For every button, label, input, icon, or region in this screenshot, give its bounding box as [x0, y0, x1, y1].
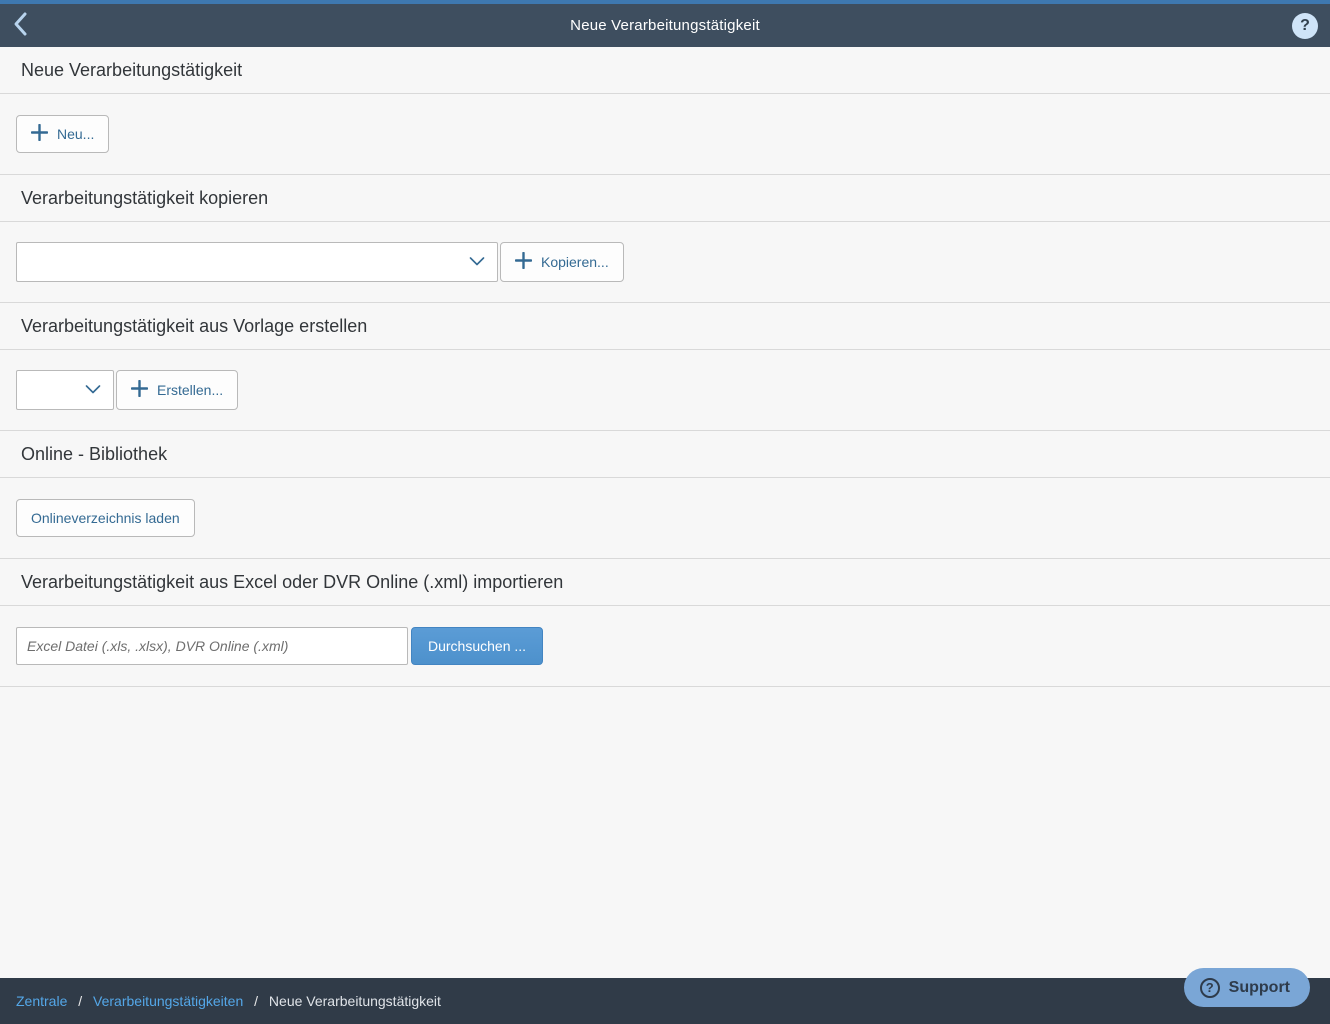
browse-button[interactable]: Durchsuchen ...	[411, 627, 543, 665]
copy-button-label: Kopieren...	[541, 254, 609, 270]
load-online-directory-button-label: Onlineverzeichnis laden	[31, 510, 180, 526]
template-combobox[interactable]	[16, 370, 114, 410]
section-heading-import: Verarbeitungstätigkeit aus Excel oder DV…	[0, 559, 1330, 606]
breadcrumb-separator: /	[254, 993, 258, 1009]
section-content-new: Neu...	[0, 94, 1330, 175]
import-file-input[interactable]	[16, 627, 408, 665]
chevron-left-icon	[12, 11, 28, 40]
back-button[interactable]	[0, 4, 40, 47]
page-title: Neue Verarbeitungstätigkeit	[0, 17, 1330, 34]
breadcrumb-link-zentrale[interactable]: Zentrale	[16, 993, 67, 1009]
section-heading-copy: Verarbeitungstätigkeit kopieren	[0, 175, 1330, 222]
empty-area	[0, 687, 1330, 970]
plus-icon	[515, 252, 532, 272]
chevron-down-icon	[469, 253, 485, 271]
create-from-template-button[interactable]: Erstellen...	[116, 370, 238, 410]
question-circle-icon: ?	[1200, 978, 1220, 998]
shell-header: Neue Verarbeitungstätigkeit ?	[0, 4, 1330, 47]
section-heading-online: Online - Bibliothek	[0, 431, 1330, 478]
load-online-directory-button[interactable]: Onlineverzeichnis laden	[16, 499, 195, 537]
section-content-copy: Kopieren...	[0, 222, 1330, 303]
section-content-template: Erstellen...	[0, 350, 1330, 431]
section-heading-template: Verarbeitungstätigkeit aus Vorlage erste…	[0, 303, 1330, 350]
support-button-label: Support	[1229, 979, 1290, 997]
support-button[interactable]: ? Support	[1184, 968, 1310, 1007]
new-button[interactable]: Neu...	[16, 115, 109, 153]
footer-breadcrumb-bar: Zentrale / Verarbeitungstätigkeiten / Ne…	[0, 978, 1330, 1024]
breadcrumb-link-verarbeitungstaetigkeiten[interactable]: Verarbeitungstätigkeiten	[93, 993, 243, 1009]
chevron-down-icon	[85, 381, 101, 399]
breadcrumb-separator: /	[78, 993, 82, 1009]
create-from-template-button-label: Erstellen...	[157, 382, 223, 398]
copy-button[interactable]: Kopieren...	[500, 242, 624, 282]
copy-source-combobox[interactable]	[16, 242, 498, 282]
section-heading-new: Neue Verarbeitungstätigkeit	[0, 47, 1330, 94]
help-icon[interactable]: ?	[1292, 13, 1318, 39]
breadcrumb-current: Neue Verarbeitungstätigkeit	[269, 993, 441, 1009]
plus-icon	[131, 380, 148, 400]
new-button-label: Neu...	[57, 126, 94, 142]
plus-icon	[31, 124, 48, 144]
section-content-online: Onlineverzeichnis laden	[0, 478, 1330, 559]
section-content-import: Durchsuchen ...	[0, 606, 1330, 687]
breadcrumb: Zentrale / Verarbeitungstätigkeiten / Ne…	[16, 993, 441, 1009]
